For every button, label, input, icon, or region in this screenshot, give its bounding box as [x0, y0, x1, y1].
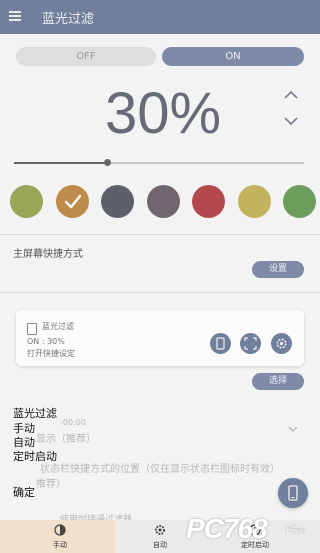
color-swatch[interactable] — [237, 185, 271, 218]
card-title: 蓝光过滤 — [42, 322, 74, 331]
floating-phone-button[interactable] — [278, 478, 308, 508]
shortcut-section-label: 主屏幕快捷方式 — [13, 249, 83, 260]
color-swatch[interactable] — [192, 185, 225, 218]
app-screen: 蓝光过滤 OFF ON 30% 主屏幕快捷方式 设置 蓝光过滤 ON : 30%… — [0, 0, 320, 553]
slider-thumb[interactable] — [103, 159, 111, 166]
app-bar: 蓝光过滤 — [0, 0, 320, 34]
statusbar-position-label: 状态栏快捷方式的位置（仅在显示状态栏图标时有效） — [40, 464, 280, 475]
chevron-down-icon[interactable] — [283, 114, 299, 128]
color-swatch[interactable] — [283, 185, 316, 218]
notification-time-fragment: -00:00 — [60, 418, 86, 427]
card-status: ON : 30% — [27, 337, 65, 346]
chevron-up-icon[interactable] — [283, 88, 299, 102]
gear-icon[interactable] — [271, 333, 292, 354]
overlay-title: 蓝光过滤 — [13, 407, 57, 420]
color-swatch[interactable] — [55, 185, 89, 218]
phone-icon[interactable] — [210, 333, 231, 354]
overlay-option-timer[interactable]: 定时启动 — [13, 448, 57, 464]
display-option-fragment: 显示（推荐） — [36, 434, 96, 445]
divider — [0, 292, 320, 293]
color-swatch[interactable] — [10, 185, 43, 218]
page-title: 蓝光过滤 — [42, 12, 95, 27]
watermark-sub: 下载站 — [284, 526, 305, 534]
phone-icon — [27, 323, 37, 335]
watermark-logo: PC768 下载站 — [186, 513, 320, 553]
auto-gear-icon — [155, 525, 165, 535]
off-toggle-button[interactable]: OFF — [16, 47, 156, 66]
recommended-fragment: 推荐） — [36, 479, 66, 490]
check-icon — [64, 194, 81, 209]
select-shortcut-button[interactable]: 选择 — [252, 373, 304, 390]
set-shortcut-button[interactable]: 设置 — [252, 261, 304, 278]
phone-icon — [288, 485, 298, 501]
tab-manual[interactable]: 手动 — [20, 520, 100, 553]
overlay-confirm-button[interactable]: 确定 — [13, 484, 35, 500]
fullscreen-icon[interactable] — [240, 333, 261, 354]
card-open-settings: 打开快捷设定 — [27, 349, 75, 358]
slider-fill — [14, 162, 107, 164]
divider — [0, 234, 320, 235]
chevron-down-icon[interactable] — [288, 426, 298, 433]
manual-icon — [54, 524, 66, 536]
hamburger-menu-icon[interactable] — [9, 11, 21, 21]
watermark-main: PC768 — [186, 513, 268, 544]
intensity-percent: 30% — [105, 81, 222, 146]
color-swatch[interactable] — [101, 185, 134, 218]
shortcut-preview-card: 蓝光过滤 ON : 30% 打开快捷设定 — [16, 310, 304, 366]
intensity-slider[interactable] — [14, 159, 304, 166]
color-swatch[interactable] — [146, 185, 180, 218]
on-toggle-button[interactable]: ON — [162, 47, 304, 66]
tab-manual-label: 手动 — [53, 541, 67, 549]
